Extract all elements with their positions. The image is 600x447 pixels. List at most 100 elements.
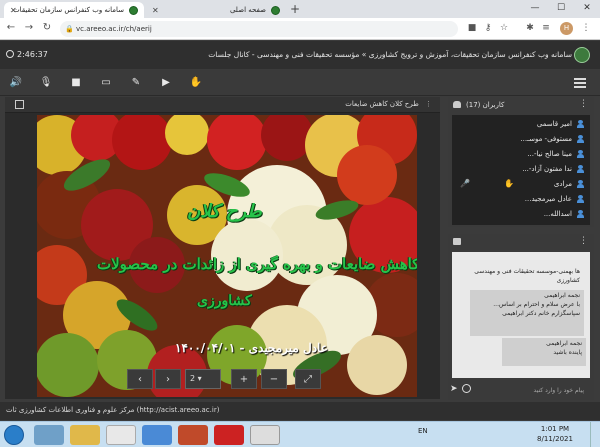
chat-bubble-icon: [453, 238, 461, 245]
next-slide-button[interactable]: ›: [155, 369, 181, 389]
user-icon: [577, 120, 584, 128]
mic-muted-icon[interactable]: 🎙: [38, 76, 54, 90]
media-icon[interactable]: ≡: [540, 23, 552, 33]
chat-composer: ➤ پیام خود را وارد کنید: [450, 382, 590, 398]
site-favicon-icon: [129, 5, 138, 15]
camera-icon[interactable]: ■: [466, 23, 478, 33]
raise-hand-icon[interactable]: ✋: [188, 76, 204, 90]
bookmark-star-icon[interactable]: ☆: [498, 23, 510, 33]
start-button[interactable]: [4, 425, 24, 445]
session-timer: 2:46:37: [6, 50, 48, 59]
user-row[interactable]: امیر قاسمی: [452, 117, 590, 132]
show-desktop-button[interactable]: [590, 422, 600, 447]
user-name: مینا صالح نیا-...: [527, 150, 572, 158]
tab-inactive[interactable]: صفحه اصلی ✕: [146, 2, 286, 18]
back-arrow-icon[interactable]: ←: [4, 22, 18, 33]
slide-subtitle-2: کشاورزی: [197, 293, 252, 309]
system-clock[interactable]: 1:01 PM 8/11/2021: [530, 424, 580, 444]
raised-hand-icon: ✋: [504, 179, 514, 188]
key-icon[interactable]: ⚷: [482, 23, 494, 33]
slide-author: عادل میرمجیدی - ۱۴۰۰/۰۴/۰۱: [175, 341, 328, 355]
acrobat-icon[interactable]: [214, 425, 244, 445]
users-panel: کاربران (17) ⋮ امیر قاسمی مستوفی- موسـ..…: [448, 97, 594, 227]
reload-icon[interactable]: ↻: [40, 22, 54, 33]
file-explorer-icon[interactable]: [70, 425, 100, 445]
timer-value: 2:46:37: [17, 50, 48, 59]
chat-input[interactable]: پیام خود را وارد کنید: [470, 384, 588, 397]
users-group-icon: [453, 101, 461, 108]
camera-toggle-icon[interactable]: ■: [68, 76, 84, 90]
paint-icon[interactable]: [250, 425, 280, 445]
chat-panel: ⋮ ها بهمنی-موسسه تحقیقات فنی و مهندسی کش…: [448, 234, 594, 400]
close-tab-icon[interactable]: ✕: [10, 6, 17, 15]
send-icon[interactable]: ➤: [450, 384, 458, 394]
user-row[interactable]: مستوفی- موسـ...: [452, 132, 590, 147]
screen-share-icon[interactable]: ▭: [98, 76, 114, 90]
language-indicator[interactable]: EN: [418, 427, 428, 435]
prev-slide-button[interactable]: ‹: [127, 369, 153, 389]
speaker-icon[interactable]: 🔊: [8, 76, 24, 90]
chat-message: نجمه ابراهیمی پاینده باشید: [502, 338, 586, 366]
lock-icon: 🔒: [65, 25, 74, 33]
taskbar-app-icon[interactable]: [34, 425, 64, 445]
user-icon: [577, 165, 584, 173]
maximize-button[interactable]: ☐: [548, 0, 574, 18]
url-text: vc.areeo.ac.ir/ch/aerij: [76, 25, 152, 33]
user-icon: [577, 180, 584, 188]
slide-canvas: طرح کلان کاهش ضایعات و بهره گیری از زائد…: [37, 115, 417, 397]
more-options-icon[interactable]: ⋮: [579, 236, 588, 246]
presentation-header: ⋮ طرح کلان کاهش ضایعات: [5, 97, 440, 113]
zoom-out-button[interactable]: −: [261, 369, 287, 389]
slide-number-select[interactable]: 2 ▾: [185, 369, 221, 389]
user-name: مرادی: [553, 180, 572, 188]
play-media-icon[interactable]: ▶: [158, 76, 174, 90]
fit-to-screen-button[interactable]: ⤢: [295, 369, 321, 389]
zoom-in-button[interactable]: +: [231, 369, 257, 389]
presentation-title: طرح کلان کاهش ضایعات: [345, 100, 419, 108]
clock-date: 8/11/2021: [537, 435, 573, 443]
pen-draw-icon[interactable]: ✎: [128, 76, 144, 90]
user-name: ندا مفتون آزاد-...: [522, 165, 572, 173]
app-title: سامانه وب کنفرانس سازمان تحقیقات، آموزش …: [208, 50, 572, 59]
user-row[interactable]: ندا مفتون آزاد-...: [452, 162, 590, 177]
user-icon: [577, 150, 584, 158]
footer-bar: مرکز علوم و فناوری اطلاعات کشاورزی ثات (…: [0, 402, 600, 420]
users-panel-title: کاربران (17): [466, 101, 505, 109]
slide-subtitle: کاهش ضایعات و بهره گیری از زائدات در محص…: [97, 255, 417, 273]
user-row[interactable]: عادل میرمجید...: [452, 192, 590, 207]
hamburger-menu-icon[interactable]: [574, 78, 586, 88]
powerpoint-icon[interactable]: [178, 425, 208, 445]
org-logo-icon: [574, 47, 590, 63]
more-options-icon[interactable]: ⋮: [425, 100, 432, 108]
browser-menu-icon[interactable]: ⋮: [580, 23, 592, 33]
new-tab-button[interactable]: +: [290, 2, 300, 16]
url-field[interactable]: 🔒 vc.areeo.ac.ir/ch/aerij: [60, 21, 458, 37]
close-tab-icon[interactable]: ✕: [152, 6, 159, 15]
clock-icon: [6, 50, 14, 58]
users-list: امیر قاسمی مستوفی- موسـ... مینا صالح نیا…: [452, 115, 590, 225]
footer-credit: مرکز علوم و فناوری اطلاعات کشاورزی ثات (…: [6, 406, 220, 414]
internet-explorer-icon[interactable]: [142, 425, 172, 445]
user-row[interactable]: مینا صالح نیا-...: [452, 147, 590, 162]
meeting-toolbar: 🔊 🎙 ■ ▭ ✎ ▶ ✋: [0, 70, 600, 96]
close-window-button[interactable]: ✕: [574, 0, 600, 18]
more-options-icon[interactable]: ⋮: [579, 99, 588, 109]
chat-panel-header: ⋮: [448, 234, 594, 250]
expand-icon[interactable]: [15, 100, 24, 109]
chat-message: نجمه ابراهیمی با عرض سلام و احترام بر اس…: [470, 290, 584, 336]
profile-avatar[interactable]: H: [560, 22, 573, 35]
user-name: اسدالله...: [543, 210, 572, 218]
forward-arrow-icon[interactable]: →: [22, 22, 36, 33]
tab-title: سامانه وب کنفرانس سازمان تحقیقات...: [10, 6, 124, 14]
slide-heading: طرح کلان: [187, 201, 262, 222]
extensions-icon[interactable]: ✱: [524, 23, 536, 33]
chat-message: ها بهمنی-موسسه تحقیقات فنی و مهندسی کشاو…: [464, 266, 584, 290]
user-icon: [577, 135, 584, 143]
tab-active[interactable]: سامانه وب کنفرانس سازمان تحقیقات... ✕: [4, 2, 144, 18]
user-name: امیر قاسمی: [536, 120, 572, 128]
minimize-button[interactable]: —: [522, 0, 548, 18]
user-row[interactable]: مرادی 🎤 ✋: [452, 177, 590, 192]
user-row[interactable]: اسدالله...: [452, 207, 590, 222]
tab-title: صفحه اصلی: [229, 6, 266, 14]
chrome-icon[interactable]: [106, 425, 136, 445]
